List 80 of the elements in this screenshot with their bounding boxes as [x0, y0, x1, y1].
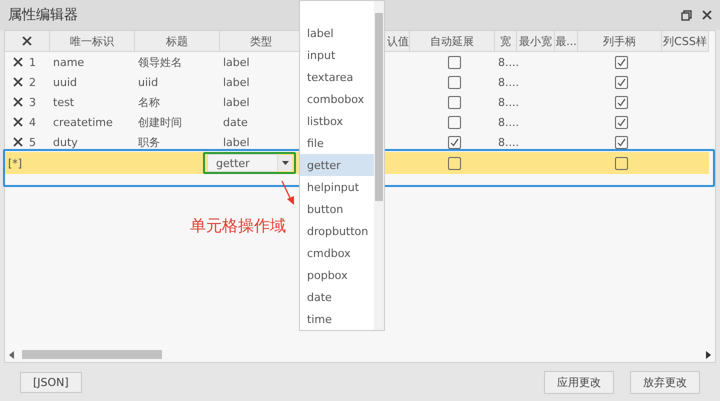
dropdown-option[interactable]: button: [300, 198, 374, 220]
dropdown-option[interactable]: getter: [300, 154, 374, 176]
column-header[interactable]: 列CSS样: [662, 31, 709, 52]
delete-row-icon[interactable]: [13, 77, 23, 87]
table-cell: 领导姓名: [138, 54, 182, 70]
scrollbar-thumb[interactable]: [22, 350, 162, 359]
footer-button[interactable]: 应用更改: [544, 370, 614, 394]
row-number: 5: [29, 136, 36, 148]
dropdown-option[interactable]: label: [300, 22, 374, 44]
window-title: 属性编辑器: [8, 6, 79, 24]
column-header[interactable]: 列手柄: [578, 31, 662, 52]
column-header[interactable]: 标题: [135, 31, 220, 52]
table-cell: 8....: [498, 96, 519, 108]
dropdown-option[interactable]: dropbutton: [300, 220, 374, 242]
checkbox[interactable]: [615, 56, 628, 68]
checkbox[interactable]: [448, 116, 460, 128]
table-cell: label: [223, 56, 250, 68]
checkbox[interactable]: [448, 96, 460, 108]
delete-row-icon[interactable]: [13, 97, 23, 107]
checkbox[interactable]: [615, 156, 628, 170]
table-cell: 8....: [498, 116, 519, 128]
row-number: 4: [29, 116, 36, 128]
scroll-left-icon[interactable]: [9, 351, 14, 359]
dropdown-option[interactable]: date: [300, 286, 374, 308]
table-cell: createtime: [53, 116, 113, 128]
delete-all-icon[interactable]: [22, 36, 32, 46]
table-cell: 8....: [498, 136, 519, 148]
table-cell: uuid: [53, 76, 77, 88]
checkbox[interactable]: [448, 136, 460, 148]
table-cell: 8....: [498, 56, 519, 68]
table-cell: label: [223, 96, 250, 108]
checkbox[interactable]: [615, 76, 628, 88]
scroll-right-icon[interactable]: [706, 351, 711, 359]
dropdown-option[interactable]: popbox: [300, 264, 374, 286]
column-header[interactable]: 宽: [495, 31, 517, 52]
dropdown-option[interactable]: textarea: [300, 66, 374, 88]
json-button[interactable]: [JSON]: [20, 372, 82, 392]
caret-icon: [282, 161, 288, 165]
column-header[interactable]: 唯一标识: [50, 31, 135, 52]
dropdown-option[interactable]: listbox: [300, 110, 374, 132]
checkbox[interactable]: [615, 136, 628, 148]
delete-row-icon[interactable]: [13, 137, 23, 147]
dropdown-option[interactable]: helpinput: [300, 176, 374, 198]
checkbox[interactable]: [448, 76, 460, 88]
restore-icon[interactable]: [681, 10, 692, 20]
table-cell: name: [53, 56, 84, 68]
dropdown-option[interactable]: cmdbox: [300, 242, 374, 264]
annotation-label: 单元格操作域: [190, 216, 286, 237]
row-number: 2: [29, 76, 36, 88]
checkbox[interactable]: [615, 96, 628, 108]
scrollbar-thumb[interactable]: [375, 13, 383, 201]
checkbox[interactable]: [615, 116, 628, 128]
arrow-icon: [280, 180, 296, 206]
table-cell: 职务: [138, 134, 160, 150]
checkbox[interactable]: [448, 56, 460, 68]
column-header[interactable]: 最...: [555, 31, 578, 52]
delete-row-icon[interactable]: [13, 57, 23, 67]
row-number: 1: [29, 56, 36, 68]
checkbox[interactable]: [448, 156, 460, 170]
table-cell: label: [223, 76, 250, 88]
dropdown-option[interactable]: time: [300, 308, 374, 330]
close-icon[interactable]: [702, 10, 712, 20]
row-number: 3: [29, 96, 36, 108]
dropdown-option[interactable]: input: [300, 44, 374, 66]
table-cell: date: [223, 116, 248, 128]
column-header[interactable]: 最小宽: [517, 31, 555, 52]
table-cell: 8....: [498, 76, 519, 88]
type-dropdown[interactable]: getter: [203, 152, 296, 174]
table-cell: 名称: [138, 94, 160, 110]
new-row-marker: [*]: [8, 156, 22, 170]
table-cell: test: [53, 96, 74, 108]
table-cell: uiid: [138, 76, 158, 88]
dropdown-option[interactable]: combobox: [300, 88, 374, 110]
table-cell: duty: [53, 136, 78, 148]
table-cell: 创建时间: [138, 114, 182, 130]
dropdown-option[interactable]: file: [300, 132, 374, 154]
column-header[interactable]: 自动延展: [410, 31, 495, 52]
delete-row-icon[interactable]: [13, 117, 23, 127]
table-cell: label: [223, 136, 250, 148]
footer-button[interactable]: 放弃更改: [630, 370, 700, 394]
